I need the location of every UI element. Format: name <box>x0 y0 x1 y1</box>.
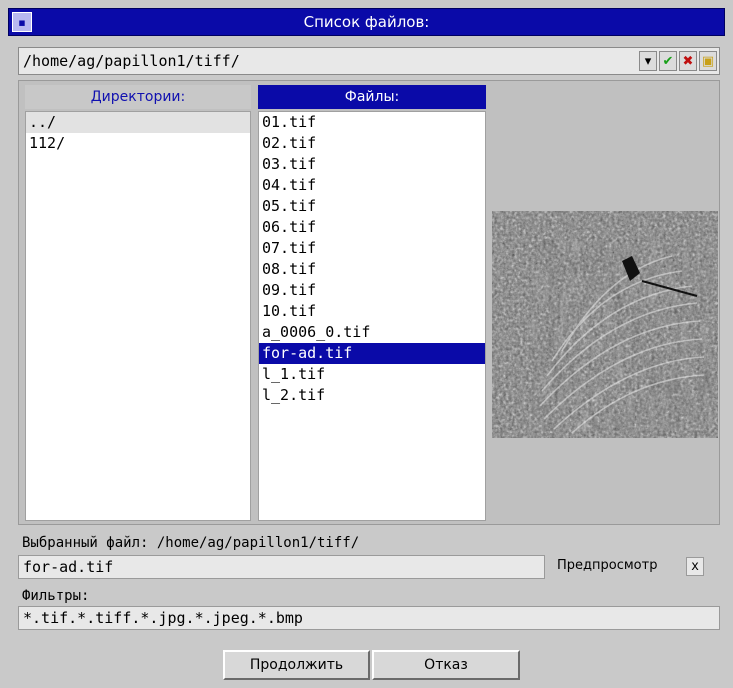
dropdown-arrow-icon[interactable]: ▾ <box>639 51 657 71</box>
directories-list[interactable]: ../ 112/ <box>25 111 251 521</box>
list-item[interactable]: 06.tif <box>259 217 485 238</box>
list-item[interactable]: 03.tif <box>259 154 485 175</box>
path-value: /home/ag/papillon1/tiff/ <box>23 52 240 70</box>
list-item[interactable]: 10.tif <box>259 301 485 322</box>
filters-field[interactable]: *.tif.*.tiff.*.jpg.*.jpeg.*.bmp <box>18 606 720 630</box>
files-header: Файлы: <box>258 85 486 109</box>
list-item[interactable]: 07.tif <box>259 238 485 259</box>
cancel-button[interactable]: Отказ <box>372 650 520 680</box>
list-item[interactable]: 04.tif <box>259 175 485 196</box>
filters-label: Фильтры: <box>22 588 90 604</box>
list-item[interactable]: l_1.tif <box>259 364 485 385</box>
list-item[interactable]: 112/ <box>26 133 250 154</box>
path-input[interactable]: /home/ag/papillon1/tiff/ ▾ ✔ ✖ ▣ <box>18 47 720 75</box>
browser-panel: Директории: Файлы: ../ 112/ 01.tif 02.ti… <box>18 80 720 525</box>
list-item[interactable]: l_2.tif <box>259 385 485 406</box>
list-item[interactable]: 08.tif <box>259 259 485 280</box>
check-icon[interactable]: ✔ <box>659 51 677 71</box>
directories-header: Директории: <box>25 85 251 109</box>
list-item[interactable]: ../ <box>26 112 250 133</box>
list-item[interactable]: 09.tif <box>259 280 485 301</box>
files-list[interactable]: 01.tif 02.tif 03.tif 04.tif 05.tif 06.ti… <box>258 111 486 521</box>
close-icon[interactable]: ✖ <box>679 51 697 71</box>
list-item[interactable]: 01.tif <box>259 112 485 133</box>
continue-button[interactable]: Продолжить <box>223 650 370 680</box>
preview-label: Предпросмотр <box>557 558 658 573</box>
selected-file-label: Выбранный файл: /home/ag/papillon1/tiff/ <box>22 535 360 551</box>
file-dialog: ▪ Список файлов: /home/ag/papillon1/tiff… <box>0 0 733 688</box>
selected-file-field[interactable]: for-ad.tif <box>18 555 545 579</box>
list-item[interactable]: 02.tif <box>259 133 485 154</box>
list-item-selected[interactable]: for-ad.tif <box>259 343 485 364</box>
path-toolbar: ▾ ✔ ✖ ▣ <box>639 51 717 71</box>
new-folder-icon[interactable]: ▣ <box>699 51 717 71</box>
image-preview <box>492 211 718 438</box>
list-item[interactable]: 05.tif <box>259 196 485 217</box>
preview-checkbox[interactable]: x <box>686 557 704 576</box>
window-title: Список файлов: <box>303 13 430 31</box>
title-bar: ▪ Список файлов: <box>8 8 725 36</box>
list-item[interactable]: a_0006_0.tif <box>259 322 485 343</box>
